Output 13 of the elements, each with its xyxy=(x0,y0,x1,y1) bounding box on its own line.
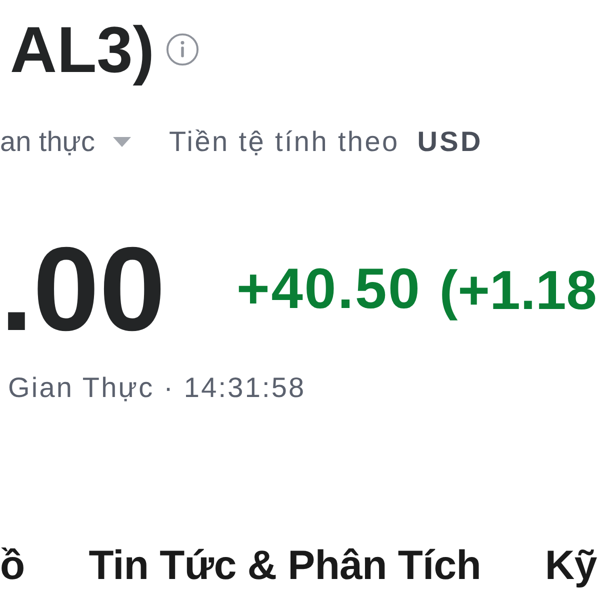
market-status: Gian Thực · 14:31:58 xyxy=(8,372,306,404)
stock-title: AL3) xyxy=(10,12,154,88)
nav-tab[interactable]: Tin Tức & Phân Tích xyxy=(88,540,482,592)
stock-price: .00 xyxy=(0,224,166,356)
price-change-percent: (+1.18 xyxy=(439,258,597,323)
price-type-dropdown[interactable]: an thực xyxy=(0,126,132,158)
currency-value: USD xyxy=(417,126,483,158)
nav-tab[interactable]: ồ xyxy=(0,540,25,592)
info-icon[interactable] xyxy=(166,32,200,66)
caret-icon xyxy=(113,137,132,147)
nav-tab[interactable]: Kỹ xyxy=(545,540,597,592)
currency-label: Tiền tệ tính theo xyxy=(169,126,400,158)
price-change: +40.50 xyxy=(236,256,422,324)
